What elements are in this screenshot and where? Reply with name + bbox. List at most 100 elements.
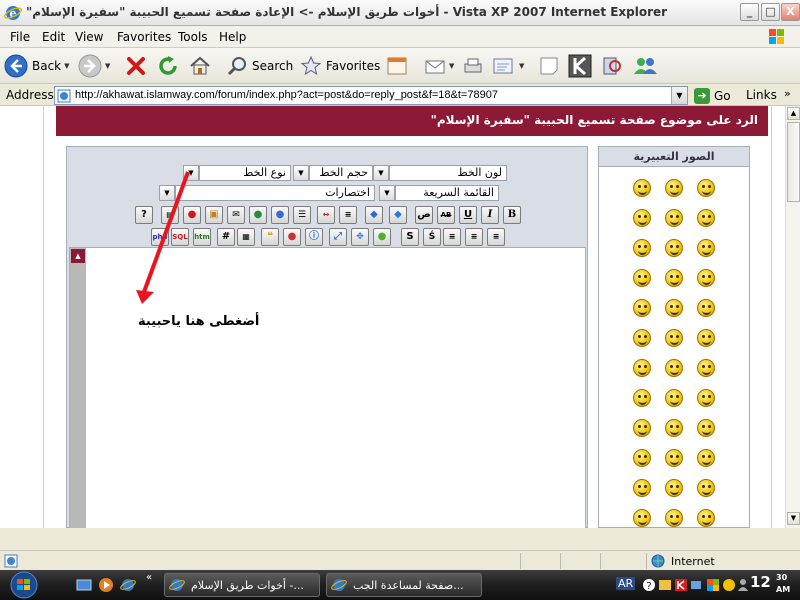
back-dropdown-icon[interactable]: ▼ [64,62,69,70]
history-button[interactable] [386,52,408,80]
back-button[interactable]: Back ▼ [4,52,70,80]
move-button[interactable]: ↔ [317,206,335,224]
smiley-icon[interactable] [697,389,715,407]
link-button[interactable]: ⤢ [329,228,347,246]
menu-tools[interactable]: Tools [178,30,208,44]
smiley-icon[interactable] [697,179,715,197]
align-left-button[interactable]: ≡ [443,228,461,246]
smiley-icon[interactable] [697,419,715,437]
smiley-icon[interactable] [697,479,715,497]
smiley-icon[interactable] [633,269,651,287]
smiley-icon[interactable] [633,359,651,377]
clock[interactable]: 12 30 AM [750,573,790,594]
quote-button[interactable]: ◆ [365,206,383,224]
menu-edit[interactable]: Edit [42,30,65,44]
vertical-scrollbar[interactable]: ▲ ▼ [785,106,800,528]
shortcuts-select[interactable]: اختصارات [175,185,375,201]
move-arrows-button[interactable]: ✥ [351,228,369,246]
arabic-button[interactable]: ص [415,206,433,224]
hash-button[interactable]: # [217,228,235,246]
user-tray-icon[interactable] [736,578,750,592]
menu-view[interactable]: View [75,30,103,44]
smiley-icon[interactable] [697,359,715,377]
smiley-icon[interactable] [633,389,651,407]
menu-file[interactable]: File [10,30,30,44]
forward-button[interactable]: ▼ [78,52,110,80]
media-player-icon[interactable] [98,577,114,593]
smiley-icon[interactable] [665,179,683,197]
smiley-icon[interactable] [665,449,683,467]
smiley-icon[interactable] [633,419,651,437]
scroll-down-icon[interactable]: ▼ [787,512,800,525]
close-button[interactable]: X [781,3,800,21]
green-color-button[interactable]: ● [373,228,391,246]
s-button[interactable]: S [401,228,419,246]
font-size-dropdown-icon[interactable]: ▼ [293,165,309,181]
underline-button[interactable]: U [459,206,477,224]
language-indicator[interactable]: AR [616,577,636,590]
forward-dropdown-icon[interactable]: ▼ [105,62,110,70]
address-input[interactable]: http://akhawat.islamway.com/forum/index.… [54,86,688,105]
scroll-thumb[interactable] [787,122,800,202]
smiley-icon[interactable] [633,299,651,317]
strike-button[interactable]: AB [437,206,455,224]
refresh-button[interactable] [156,52,180,80]
email-link-button[interactable]: ● [271,206,289,224]
note-tray-icon[interactable] [658,578,672,592]
info-button[interactable]: ⓘ [305,228,323,246]
smiley-icon[interactable] [633,179,651,197]
font-color-select[interactable]: لون الخط [389,165,507,181]
smiley-icon[interactable] [633,329,651,347]
edit-dropdown-icon[interactable]: ▼ [519,62,524,70]
mail-dropdown-icon[interactable]: ▼ [449,62,454,70]
address-dropdown-icon[interactable]: ▼ [671,87,687,104]
k-tray-icon[interactable] [674,578,688,592]
smiley-icon[interactable] [697,269,715,287]
menu-help[interactable]: Help [219,30,246,44]
smiley-icon[interactable] [665,239,683,257]
italic-button[interactable]: I [481,206,499,224]
network-tray-icon[interactable] [690,578,704,592]
strikethrough-s-button[interactable]: Ś [423,228,441,246]
minimize-button[interactable]: _ [740,3,759,21]
smiley-icon[interactable] [633,449,651,467]
smiley-icon[interactable] [665,209,683,227]
smiley-icon[interactable] [665,479,683,497]
smiley-icon[interactable] [633,479,651,497]
quicklaunch-expand[interactable]: « [146,572,152,583]
code-button[interactable]: ◆ [389,206,407,224]
discuss-button[interactable] [538,52,560,80]
scroll-up-icon[interactable]: ▲ [787,107,800,120]
links-button[interactable]: Links [746,88,777,102]
taskbar-ie-window-2[interactable]: صفحة لمساعدة الجب... [326,573,482,597]
smiley-icon[interactable] [633,239,651,257]
links-chevron-icon[interactable]: » [784,87,791,100]
font-type-select[interactable]: نوع الخط [199,165,291,181]
menu-favorites[interactable]: Favorites [117,30,171,44]
quick-list-dropdown-icon[interactable]: ▼ [379,185,395,201]
quote-mark-button[interactable]: ❝ [261,228,279,246]
start-button-icon[interactable] [4,571,44,599]
research-button[interactable] [600,52,624,80]
search-button[interactable]: Search [226,52,293,80]
k-button[interactable] [568,52,592,80]
stop-button[interactable] [124,52,148,80]
smiley-icon[interactable] [665,329,683,347]
smiley-tray-icon[interactable] [722,578,736,592]
smiley-icon[interactable] [665,419,683,437]
smiley-icon[interactable] [697,329,715,347]
smiley-icon[interactable] [697,239,715,257]
bold-button[interactable]: B [503,206,521,224]
smiley-icon[interactable] [665,389,683,407]
home-button[interactable] [188,52,212,80]
quick-list-select[interactable]: القائمة السريعة [395,185,499,201]
ie-quicklaunch-icon[interactable] [120,577,136,593]
smiley-icon[interactable] [665,509,683,527]
messenger-button[interactable] [632,52,658,80]
favorites-button[interactable]: Favorites [300,52,380,80]
circle-color-button[interactable]: ● [283,228,301,246]
url-button[interactable]: ● [249,206,267,224]
mail-button[interactable]: ▼ [424,52,454,80]
smiley-icon[interactable] [697,509,715,527]
smiley-icon[interactable] [633,209,651,227]
